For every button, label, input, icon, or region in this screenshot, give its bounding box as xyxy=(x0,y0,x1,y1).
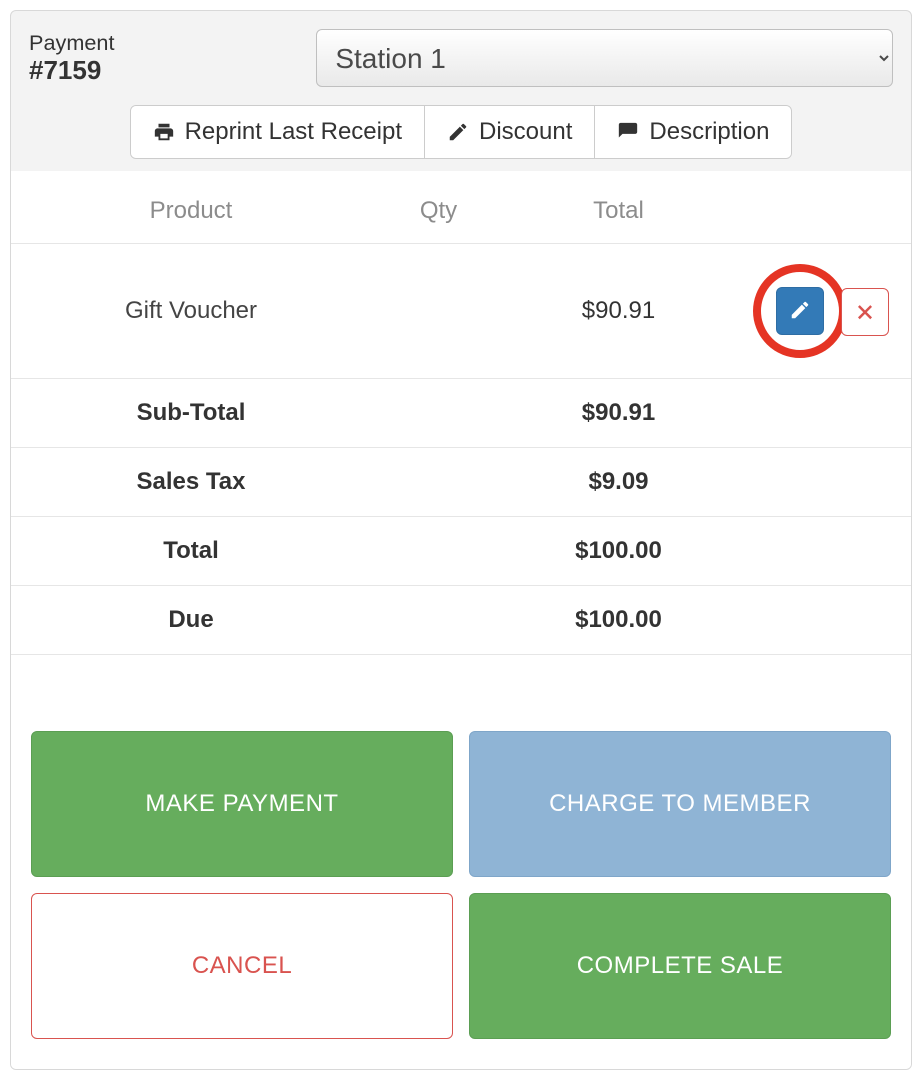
tax-value: $9.09 xyxy=(506,448,731,517)
charge-to-member-button[interactable]: CHARGE TO MEMBER xyxy=(469,731,891,877)
tax-row: Sales Tax $9.09 xyxy=(11,448,911,517)
comment-icon xyxy=(617,121,639,143)
pencil-icon xyxy=(789,299,811,324)
action-buttons: MAKE PAYMENT CHARGE TO MEMBER CANCEL COM… xyxy=(11,655,911,1045)
payment-label: Payment xyxy=(29,31,302,56)
remove-item-button[interactable] xyxy=(841,288,889,336)
toolbar: Reprint Last Receipt Discount Descriptio… xyxy=(29,105,893,159)
description-label: Description xyxy=(649,118,769,146)
subtotal-label: Sub-Total xyxy=(11,379,371,448)
subtotal-value: $90.91 xyxy=(506,379,731,448)
payment-title: Payment #7159 xyxy=(29,31,302,86)
reprint-receipt-button[interactable]: Reprint Last Receipt xyxy=(131,106,425,158)
discount-button[interactable]: Discount xyxy=(425,106,595,158)
station-select[interactable]: Station 1 xyxy=(316,29,893,87)
payment-panel: Payment #7159 Station 1 Reprint Last Rec… xyxy=(10,10,912,1070)
due-row: Due $100.00 xyxy=(11,586,911,655)
description-button[interactable]: Description xyxy=(595,106,791,158)
item-total: $90.91 xyxy=(506,244,731,379)
cancel-button[interactable]: CANCEL xyxy=(31,893,453,1039)
due-value: $100.00 xyxy=(506,586,731,655)
edit-highlight-circle xyxy=(753,264,847,358)
due-label: Due xyxy=(11,586,371,655)
panel-header: Payment #7159 Station 1 Reprint Last Rec… xyxy=(11,11,911,171)
item-product: Gift Voucher xyxy=(11,244,371,379)
sale-table: Product Qty Total Gift Voucher $90.91 xyxy=(11,171,911,655)
item-actions xyxy=(731,244,911,379)
make-payment-button[interactable]: MAKE PAYMENT xyxy=(31,731,453,877)
col-product: Product xyxy=(11,171,371,244)
toolbar-group: Reprint Last Receipt Discount Descriptio… xyxy=(130,105,793,159)
panel-body: Product Qty Total Gift Voucher $90.91 xyxy=(11,171,911,1069)
close-icon xyxy=(855,301,875,324)
pencil-icon xyxy=(447,121,469,143)
item-qty xyxy=(371,244,506,379)
tax-label: Sales Tax xyxy=(11,448,371,517)
total-row: Total $100.00 xyxy=(11,517,911,586)
complete-sale-button[interactable]: COMPLETE SALE xyxy=(469,893,891,1039)
printer-icon xyxy=(153,121,175,143)
payment-number: #7159 xyxy=(29,55,101,85)
reprint-label: Reprint Last Receipt xyxy=(185,118,402,146)
subtotal-row: Sub-Total $90.91 xyxy=(11,379,911,448)
col-qty: Qty xyxy=(371,171,506,244)
table-header-row: Product Qty Total xyxy=(11,171,911,244)
total-label: Total xyxy=(11,517,371,586)
table-row: Gift Voucher $90.91 xyxy=(11,244,911,379)
col-total: Total xyxy=(506,171,731,244)
edit-item-button[interactable] xyxy=(776,287,824,335)
total-value: $100.00 xyxy=(506,517,731,586)
discount-label: Discount xyxy=(479,118,572,146)
